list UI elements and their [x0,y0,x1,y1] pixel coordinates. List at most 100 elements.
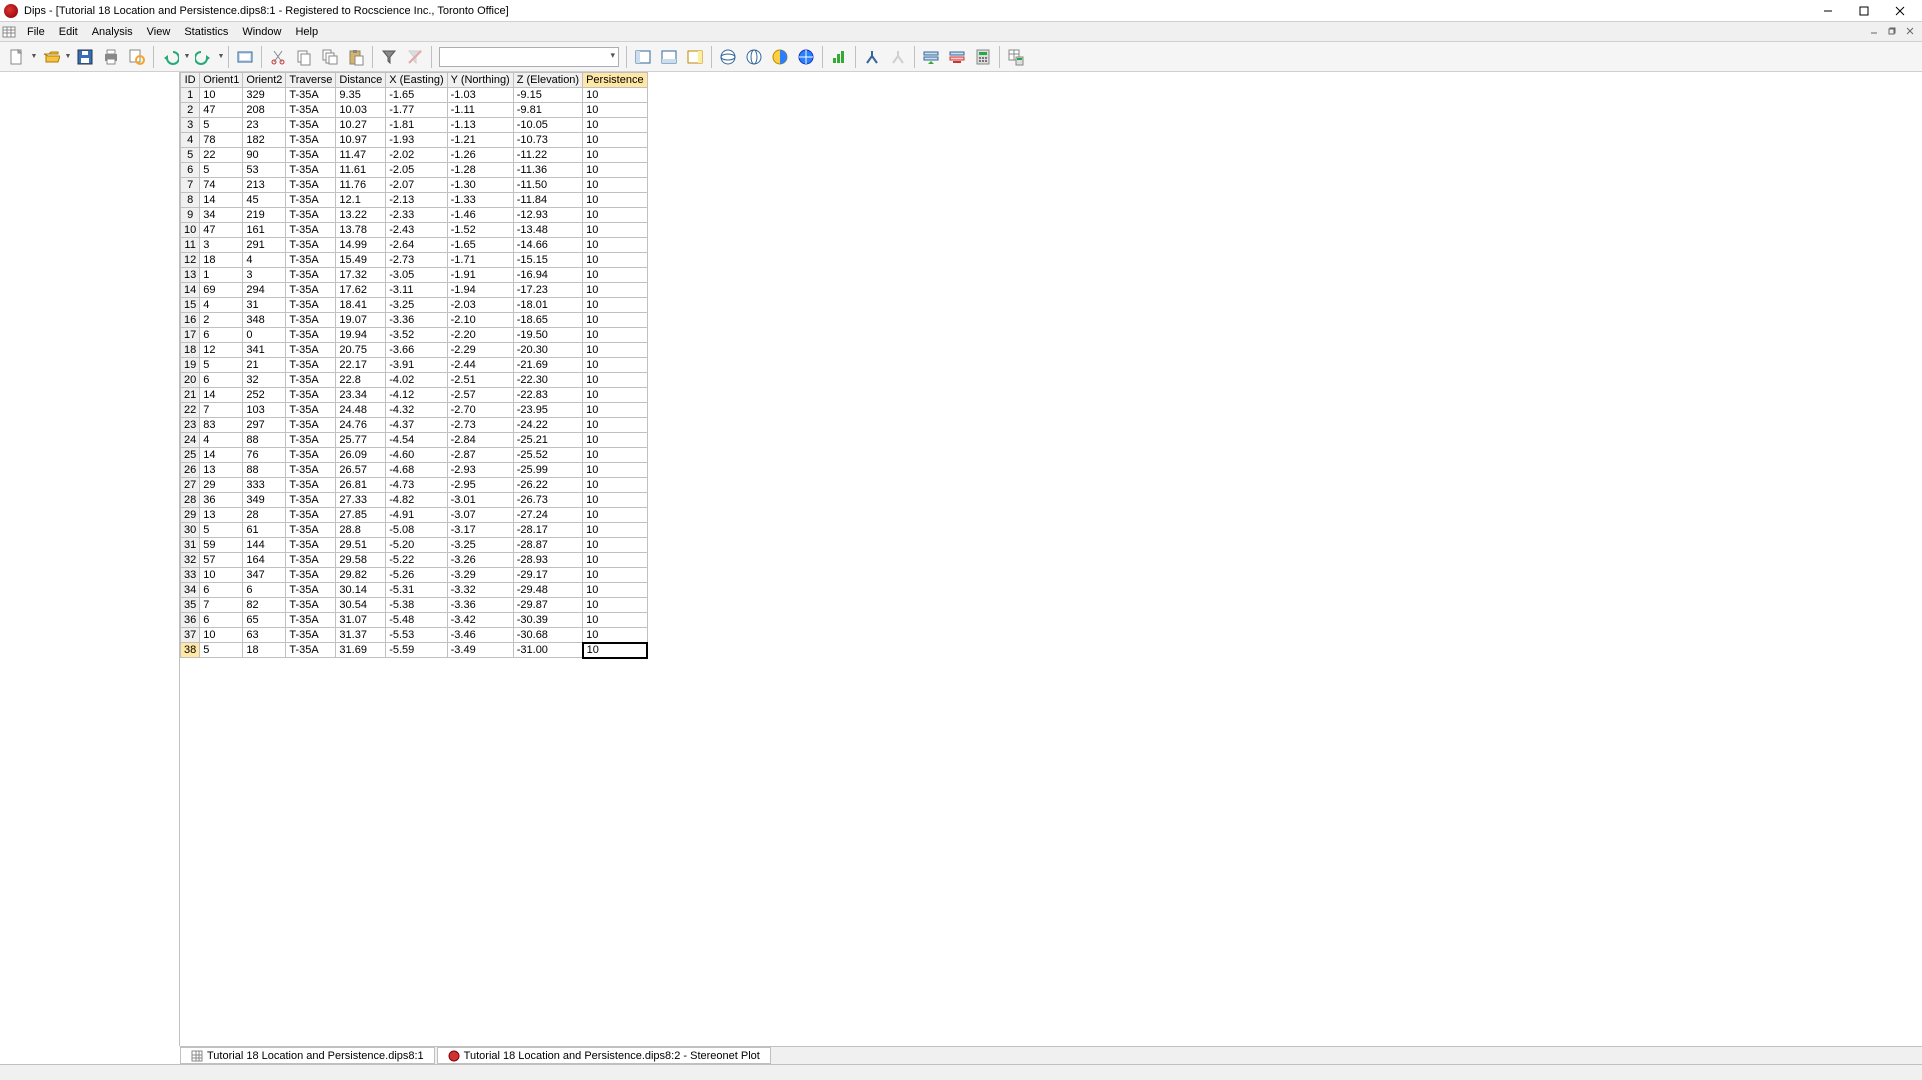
cell[interactable]: 348 [243,313,286,328]
row-header[interactable]: 23 [181,418,200,433]
menu-analysis[interactable]: Analysis [85,24,140,40]
cell[interactable]: 32 [243,373,286,388]
menu-help[interactable]: Help [288,24,325,40]
cell[interactable]: 5 [200,163,243,178]
fork-icon[interactable] [860,45,884,69]
row-header[interactable]: 5 [181,148,200,163]
cell[interactable]: 23.34 [336,388,386,403]
cell[interactable]: -13.48 [513,223,582,238]
cell[interactable]: 161 [243,223,286,238]
row-header[interactable]: 2 [181,103,200,118]
cell[interactable]: -1.94 [447,283,513,298]
table-calc-icon[interactable] [1004,45,1028,69]
cell[interactable]: 53 [243,163,286,178]
cell[interactable]: T-35A [286,433,336,448]
sidebar-right-icon[interactable] [683,45,707,69]
cell[interactable]: 10 [583,388,647,403]
cell[interactable]: -5.53 [386,628,447,643]
cell[interactable]: -15.15 [513,253,582,268]
cell[interactable]: 10 [583,133,647,148]
cell[interactable]: -2.03 [447,298,513,313]
cell[interactable]: 10 [583,88,647,103]
cell[interactable]: T-35A [286,538,336,553]
cell[interactable]: T-35A [286,643,336,658]
cell[interactable]: -2.44 [447,358,513,373]
cell[interactable]: -4.37 [386,418,447,433]
cell[interactable]: 10 [583,478,647,493]
insert-row-icon[interactable] [919,45,943,69]
cell[interactable]: -1.77 [386,103,447,118]
cell[interactable]: -2.64 [386,238,447,253]
cell[interactable]: -26.22 [513,478,582,493]
cell[interactable]: -19.50 [513,328,582,343]
cell[interactable]: T-35A [286,268,336,283]
paste-icon[interactable] [344,45,368,69]
cell[interactable]: -2.10 [447,313,513,328]
cell[interactable]: 5 [200,118,243,133]
cell[interactable]: -22.30 [513,373,582,388]
cell[interactable]: T-35A [286,283,336,298]
cell[interactable]: -2.87 [447,448,513,463]
cell[interactable]: 10 [583,253,647,268]
row-header[interactable]: 1 [181,88,200,103]
cell[interactable]: 31.69 [336,643,386,658]
cell[interactable]: 10 [200,628,243,643]
cell[interactable]: -28.87 [513,538,582,553]
cell[interactable]: -1.91 [447,268,513,283]
cell[interactable]: -1.33 [447,193,513,208]
row-header[interactable]: 28 [181,493,200,508]
cell[interactable]: 19.07 [336,313,386,328]
cell[interactable]: 10 [583,643,647,658]
cell[interactable]: -5.20 [386,538,447,553]
cell[interactable]: 341 [243,343,286,358]
cell[interactable]: -3.36 [447,598,513,613]
cell[interactable]: 63 [243,628,286,643]
calc-icon[interactable] [971,45,995,69]
cell[interactable]: -1.03 [447,88,513,103]
cell[interactable]: -16.94 [513,268,582,283]
cell[interactable]: 10 [583,118,647,133]
cell[interactable]: 15.49 [336,253,386,268]
cell[interactable]: T-35A [286,103,336,118]
cell[interactable]: 78 [200,133,243,148]
cell[interactable]: T-35A [286,418,336,433]
screenshot-icon[interactable] [233,45,257,69]
cell[interactable]: -2.33 [386,208,447,223]
cell[interactable]: T-35A [286,193,336,208]
cell[interactable]: -5.22 [386,553,447,568]
cell[interactable]: T-35A [286,208,336,223]
cell[interactable]: -25.52 [513,448,582,463]
row-header[interactable]: 21 [181,388,200,403]
row-header[interactable]: 34 [181,583,200,598]
cell[interactable]: -11.36 [513,163,582,178]
cell[interactable]: -9.81 [513,103,582,118]
cell[interactable]: -1.21 [447,133,513,148]
globe-grid-icon[interactable] [794,45,818,69]
cell[interactable]: 10 [583,463,647,478]
row-header[interactable]: 12 [181,253,200,268]
row-header[interactable]: 8 [181,193,200,208]
cell[interactable]: -1.65 [386,88,447,103]
cell[interactable]: -4.60 [386,448,447,463]
cell[interactable]: T-35A [286,178,336,193]
cell[interactable]: 349 [243,493,286,508]
cell[interactable]: T-35A [286,88,336,103]
cell[interactable]: 291 [243,238,286,253]
row-header[interactable]: 6 [181,163,200,178]
menu-window[interactable]: Window [235,24,288,40]
open-icon[interactable] [39,45,63,69]
row-header[interactable]: 29 [181,508,200,523]
cell[interactable]: -10.73 [513,133,582,148]
cell[interactable]: 26.09 [336,448,386,463]
cell[interactable]: 90 [243,148,286,163]
cell[interactable]: -27.24 [513,508,582,523]
cell[interactable]: -3.29 [447,568,513,583]
row-header[interactable]: 13 [181,268,200,283]
cell[interactable]: 6 [200,583,243,598]
cell[interactable]: -3.11 [386,283,447,298]
cell[interactable]: 22 [200,148,243,163]
cell[interactable]: -4.54 [386,433,447,448]
cell[interactable]: 10 [583,148,647,163]
cell[interactable]: -3.52 [386,328,447,343]
print-preview-icon[interactable] [125,45,149,69]
